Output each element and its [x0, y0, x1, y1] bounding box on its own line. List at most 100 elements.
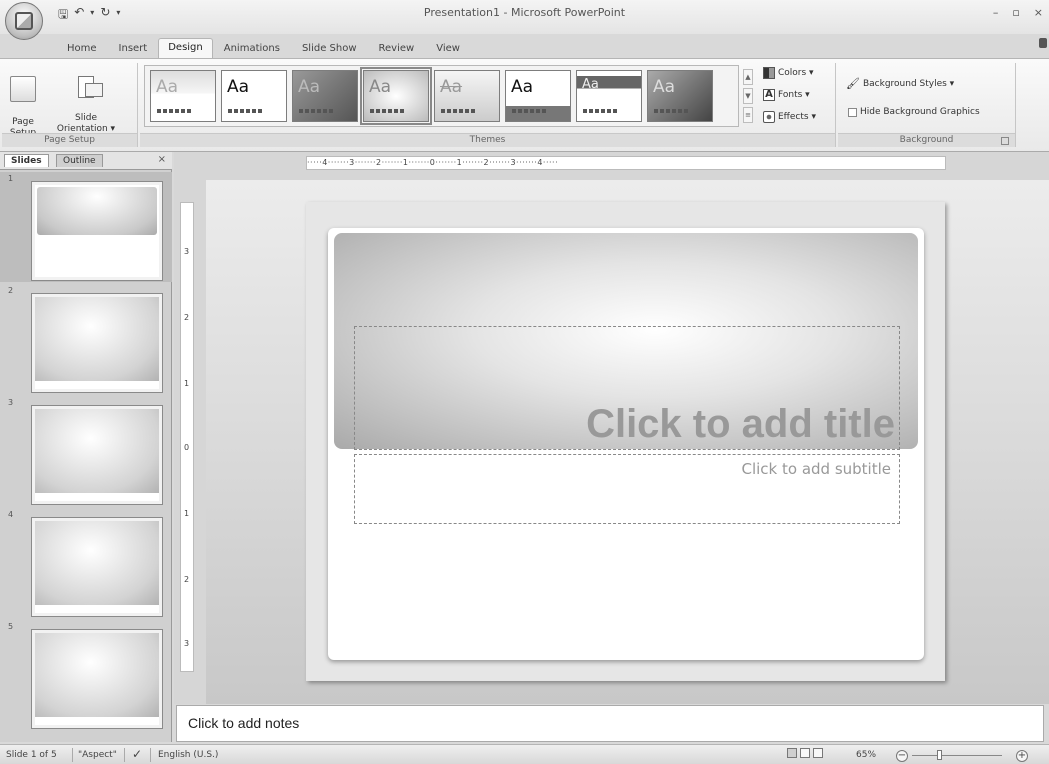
- subtitle-placeholder[interactable]: Click to add subtitle: [354, 454, 900, 524]
- slide-thumbnail-row[interactable]: 4: [0, 508, 172, 618]
- slide-number: 2: [8, 286, 14, 295]
- slide-thumbnail[interactable]: [32, 294, 162, 392]
- ruler-number: 0: [184, 443, 190, 452]
- tab-slides[interactable]: Slides: [4, 154, 49, 167]
- subtitle-placeholder-text: Click to add subtitle: [741, 460, 891, 478]
- theme-name: "Aspect": [78, 750, 117, 760]
- hide-background-graphics-label: Hide Background Graphics: [860, 107, 980, 117]
- zoom-level[interactable]: 65%: [856, 750, 876, 760]
- gallery-up-icon[interactable]: ▲: [743, 69, 753, 85]
- theme-color-swatches: [512, 109, 546, 113]
- gallery-more-icon[interactable]: ≡: [743, 107, 753, 123]
- slide-sorter-view-icon[interactable]: [800, 748, 810, 758]
- fonts-icon: A: [763, 89, 775, 101]
- effects-icon: [763, 111, 775, 123]
- theme-color-swatches: [370, 109, 404, 113]
- theme-thumbnail[interactable]: Aa: [505, 70, 571, 122]
- spelling-check-icon[interactable]: ✓: [132, 747, 142, 761]
- theme-sample-text: Aa: [440, 77, 463, 97]
- slide-show-view-icon[interactable]: [813, 748, 823, 758]
- themes-gallery: Aa Aa Aa Aa Aa Aa Aa Aa: [144, 65, 739, 127]
- background-styles-button[interactable]: 🖌 Background Styles ▾: [846, 77, 954, 90]
- theme-thumbnail[interactable]: Aa: [647, 70, 713, 122]
- normal-view-icon[interactable]: [787, 748, 797, 758]
- tab-design[interactable]: Design: [158, 38, 213, 58]
- fonts-button[interactable]: A Fonts ▾: [763, 89, 810, 101]
- close-button[interactable]: ×: [1034, 6, 1043, 19]
- theme-color-swatches: [441, 109, 475, 113]
- thumbnail-background: [35, 297, 159, 381]
- theme-thumbnail-current[interactable]: Aa: [360, 67, 432, 125]
- slide-thumbnail-row[interactable]: 3: [0, 396, 172, 506]
- tab-slide-show[interactable]: Slide Show: [291, 43, 368, 58]
- theme-sample-text: Aa: [582, 77, 599, 92]
- slide-thumbnail[interactable]: [32, 630, 162, 728]
- zoom-slider-handle[interactable]: [937, 750, 942, 760]
- slide-thumbnail-row[interactable]: 5: [0, 620, 172, 730]
- slide-thumbnail[interactable]: [32, 518, 162, 616]
- close-icon[interactable]: ×: [158, 154, 166, 165]
- language[interactable]: English (U.S.): [158, 750, 218, 760]
- tab-insert[interactable]: Insert: [108, 43, 159, 58]
- slide-thumbnail[interactable]: [32, 406, 162, 504]
- title-placeholder[interactable]: Click to add title: [354, 326, 900, 450]
- zoom-out-button[interactable]: −: [896, 750, 908, 762]
- dialog-launcher-icon[interactable]: [1001, 137, 1009, 145]
- gallery-down-icon[interactable]: ▼: [743, 88, 753, 104]
- tab-review[interactable]: Review: [368, 43, 426, 58]
- thumbnail-background: [35, 633, 159, 717]
- notes-placeholder-text: Click to add notes: [188, 715, 300, 731]
- page-setup-icon: [10, 76, 36, 102]
- thumbnail-background: [35, 521, 159, 605]
- slide-stage: Click to add title Click to add subtitle: [206, 180, 1049, 704]
- slide-count: Slide 1 of 5: [6, 750, 57, 760]
- notes-pane[interactable]: Click to add notes: [176, 705, 1044, 742]
- maximize-button[interactable]: ▫: [1012, 6, 1019, 19]
- tab-animations[interactable]: Animations: [213, 43, 291, 58]
- theme-sample-text: Aa: [156, 77, 179, 97]
- effects-label: Effects ▾: [778, 112, 816, 122]
- page-setup-group: Page Setup Slide Orientation ▾ Page Setu…: [2, 63, 138, 147]
- slide-thumbnail[interactable]: [32, 182, 162, 280]
- panel-tabs: Slides Outline ×: [0, 152, 172, 170]
- page-setup-group-label: Page Setup: [2, 133, 137, 147]
- background-styles-icon: 🖌: [846, 77, 860, 90]
- thumbnail-background: [35, 409, 159, 493]
- help-icon[interactable]: [1039, 38, 1047, 48]
- theme-thumbnail[interactable]: Aa: [221, 70, 287, 122]
- themes-gallery-scroll: ▲ ▼ ≡: [743, 69, 753, 125]
- tab-outline[interactable]: Outline: [56, 154, 103, 167]
- colors-button[interactable]: Colors ▾: [763, 67, 814, 79]
- theme-color-swatches: [654, 109, 688, 113]
- slide-thumbnail-row[interactable]: 1: [0, 172, 172, 282]
- slide-canvas[interactable]: Click to add title Click to add subtitle: [328, 228, 924, 660]
- theme-sample-text: Aa: [511, 77, 534, 97]
- zoom-slider[interactable]: [912, 755, 1002, 756]
- tab-view[interactable]: View: [425, 43, 471, 58]
- tab-home[interactable]: Home: [56, 43, 108, 58]
- theme-thumbnail[interactable]: Aa: [576, 70, 642, 122]
- background-group-label: Background: [838, 133, 1015, 147]
- slide-number: 3: [8, 398, 14, 407]
- ruler-number: 3: [184, 639, 190, 648]
- ribbon-tabs: Home Insert Design Animations Slide Show…: [56, 36, 471, 58]
- zoom-in-button[interactable]: +: [1016, 750, 1028, 762]
- slide-number: 1: [8, 174, 14, 183]
- minimize-button[interactable]: –: [993, 6, 999, 19]
- theme-thumbnail[interactable]: Aa: [292, 70, 358, 122]
- slide-thumbnail-row[interactable]: 2: [0, 284, 172, 394]
- theme-sample-text: Aa: [369, 77, 392, 97]
- theme-thumbnail[interactable]: Aa: [150, 70, 216, 122]
- title-placeholder-text: Click to add title: [586, 402, 895, 446]
- slides-panel: Slides Outline × 1 2 3 4 5: [0, 152, 172, 742]
- hide-background-graphics-checkbox[interactable]: Hide Background Graphics: [848, 107, 980, 117]
- theme-thumbnail[interactable]: Aa: [434, 70, 500, 122]
- status-divider: [72, 748, 73, 762]
- window-controls: – ▫ ×: [993, 6, 1043, 19]
- effects-button[interactable]: Effects ▾: [763, 111, 816, 123]
- office-button[interactable]: [5, 2, 43, 40]
- slide-workspace: ·····4·······3·······2·······1·······0··…: [174, 152, 1049, 704]
- status-bar: Slide 1 of 5 "Aspect" ✓ English (U.S.) 6…: [0, 744, 1049, 764]
- ribbon: Page Setup Slide Orientation ▾ Page Setu…: [0, 58, 1049, 152]
- slide-orientation-label: Slide Orientation ▾: [56, 113, 116, 134]
